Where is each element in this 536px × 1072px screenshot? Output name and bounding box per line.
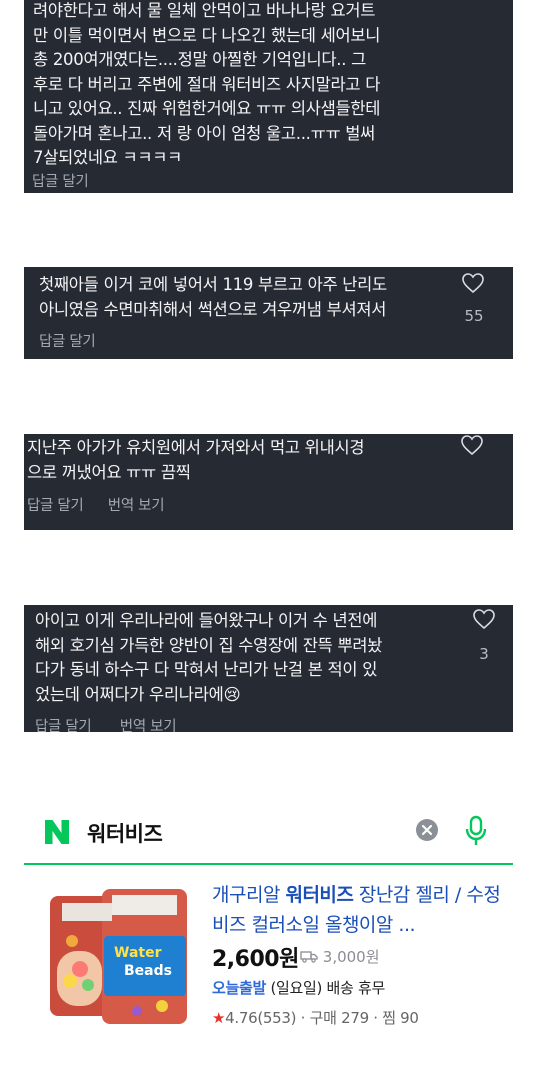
search-query[interactable]: 워터비즈 [87, 818, 163, 848]
product-title-highlight: 워터비즈 [285, 884, 354, 906]
dot-separator: · [300, 1009, 310, 1027]
comment-text: 지난주 아가가 유치원에서 가져와서 먹고 위내시경 으로 꺼냈어요 ㅠㅠ 끔찍 [27, 438, 365, 482]
microphone-icon[interactable] [464, 815, 488, 847]
delivery-tag: 오늘출발 [212, 979, 267, 997]
delivery-info: 오늘출발 (일요일) 배송 휴무 [212, 977, 385, 998]
rating-info: ★4.76(553) · 구매 279 · 찜 90 [212, 1007, 419, 1028]
star-icon: ★ [212, 1009, 226, 1027]
original-price-value: 3,000원 [322, 948, 380, 966]
search-bar: 워터비즈 [24, 805, 513, 865]
comment-actions: 답글 달기 [39, 330, 115, 351]
product-title-prefix: 개구리알 [212, 884, 286, 906]
like-count: 55 [464, 307, 484, 325]
clear-icon[interactable] [416, 819, 438, 841]
product-title[interactable]: 개구리알 워터비즈 장난감 젤리 / 수정비즈 컬러소일 올챙이알 ... [212, 880, 512, 940]
reply-button[interactable]: 답글 달기 [32, 174, 89, 190]
reply-button[interactable]: 답글 달기 [27, 498, 84, 514]
original-price: 3,000원 [300, 946, 380, 967]
translate-button[interactable]: 번역 보기 [120, 719, 177, 732]
heart-icon[interactable] [460, 434, 484, 456]
comment-actions: 답글 달기 번역 보기 [35, 715, 196, 732]
comment-text: 첫째아들 이거 코에 넣어서 119 부르고 아주 난리도 아니였음 수면마취해… [39, 275, 387, 319]
comment-card: 려야한다고 해서 물 일체 안먹이고 바나나랑 요거트 만 이틀 먹이면서 변으… [24, 0, 513, 193]
comment-actions: 답글 달기 번역 보기 [27, 494, 184, 515]
product-image-label-1: Water [114, 945, 162, 961]
comment-actions: 답글 달기 [32, 170, 108, 191]
comment-text: 아이고 이게 우리나라에 들어왔구나 이거 수 년전에 해외 호기심 가득한 양… [35, 611, 383, 704]
product-price: 2,600원 [212, 947, 299, 972]
reply-button[interactable]: 답글 달기 [39, 334, 96, 350]
truck-icon [300, 951, 318, 963]
comment-card: 첫째아들 이거 코에 넣어서 119 부르고 아주 난리도 아니였음 수면마취해… [24, 267, 513, 359]
comment-card: 지난주 아가가 유치원에서 가져와서 먹고 위내시경 으로 꺼냈어요 ㅠㅠ 끔찍… [24, 434, 513, 530]
delivery-text: (일요일) 배송 휴무 [266, 979, 386, 997]
review-count: (553) [257, 1009, 297, 1027]
like-count: 3 [479, 645, 489, 663]
product-image[interactable]: Water Beads [42, 881, 194, 1031]
purchase-count: 구매 279 [309, 1009, 370, 1027]
wish-count: 찜 90 [382, 1009, 419, 1027]
naver-logo-icon[interactable] [42, 817, 72, 847]
reply-button[interactable]: 답글 달기 [35, 719, 92, 732]
rating-value: 4.76 [225, 1009, 258, 1027]
comment-text: 려야한다고 해서 물 일체 안먹이고 바나나랑 요거트 만 이틀 먹이면서 변으… [33, 1, 381, 167]
dot-separator: · [373, 1009, 383, 1027]
heart-icon[interactable] [472, 608, 496, 630]
translate-button[interactable]: 번역 보기 [108, 498, 165, 514]
product-image-label-2: Beads [124, 963, 172, 979]
product-card[interactable]: Water Beads 개구리알 워터비즈 장난감 젤리 / 수정비즈 컬러소일… [24, 875, 513, 1045]
heart-icon[interactable] [461, 272, 485, 294]
comment-card: 아이고 이게 우리나라에 들어왔구나 이거 수 년전에 해외 호기심 가득한 양… [24, 605, 513, 732]
